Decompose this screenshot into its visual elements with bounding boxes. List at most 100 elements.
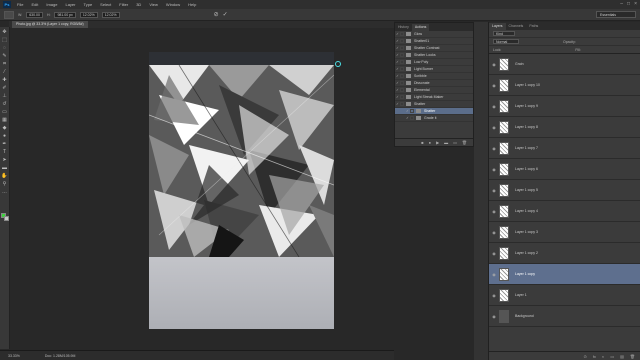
action-item[interactable]: ✓ Shatter01 (395, 38, 473, 45)
play-icon[interactable]: ▶ (436, 140, 439, 145)
workspace-switcher[interactable]: Essentials (596, 11, 636, 18)
menu-item-layer[interactable]: Layer (65, 2, 75, 7)
delete-layer-icon[interactable]: 🗑 (630, 354, 635, 359)
layer-kind-filter[interactable]: Kind (493, 31, 515, 36)
menu-item-view[interactable]: View (149, 2, 158, 7)
minimize-icon[interactable]: – (620, 1, 623, 7)
tab-channels[interactable]: Channels (506, 23, 527, 30)
trash-icon[interactable]: 🗑 (462, 140, 467, 145)
pen-tool-icon[interactable]: ✒ (1, 141, 8, 147)
dialog-toggle-icon[interactable] (400, 74, 404, 78)
shape-tool-icon[interactable]: ▬ (1, 165, 8, 171)
blur-tool-icon[interactable]: ◆ (1, 125, 8, 131)
fx-icon[interactable]: fx (593, 354, 596, 359)
layer-row[interactable]: ◉ Layer 1 copy 10 (489, 75, 640, 96)
visibility-eye-icon[interactable]: ◉ (489, 188, 499, 193)
width-field[interactable]: 630.00 (26, 11, 43, 18)
hand-tool-icon[interactable]: ✋ (1, 173, 8, 179)
zoom-level[interactable]: 33.33% (8, 354, 20, 358)
layer-row[interactable]: ◉ Layer 1 copy 7 (489, 138, 640, 159)
action-item[interactable]: ✓ Scribble (395, 73, 473, 80)
dialog-toggle-icon[interactable] (400, 88, 404, 92)
menu-item-3d[interactable]: 3D (136, 2, 141, 7)
more-tools-icon[interactable]: … (1, 189, 8, 195)
layer-row[interactable]: ◉ Layer 1 copy 4 (489, 201, 640, 222)
action-item[interactable]: ✓ Light Streak Maker (395, 94, 473, 101)
mask-icon[interactable]: ▭ (610, 354, 614, 359)
cancel-transform-icon[interactable]: ⊘ (214, 11, 219, 18)
visibility-eye-icon[interactable]: ◉ (489, 251, 499, 256)
blend-mode-select[interactable]: Normal (493, 39, 519, 44)
eraser-tool-icon[interactable]: ▭ (1, 109, 8, 115)
tool-preset-picker[interactable] (4, 10, 14, 19)
stamp-tool-icon[interactable]: ⊥ (1, 93, 8, 99)
new-layer-icon[interactable]: ▤ (620, 354, 624, 359)
layer-row[interactable]: ◉ Layer 1 (489, 285, 640, 306)
menu-item-window[interactable]: Window (166, 2, 180, 7)
action-item[interactable]: ✓ Shatter Contrast (395, 45, 473, 52)
visibility-eye-icon[interactable]: ◉ (489, 314, 499, 319)
zoom-tool-icon[interactable]: ⚲ (1, 181, 8, 187)
new-action-icon[interactable]: ▭ (453, 140, 457, 145)
dialog-toggle-icon[interactable] (400, 81, 404, 85)
visibility-eye-icon[interactable]: ◉ (489, 83, 499, 88)
layer-row[interactable]: ◉ Layer 1 copy 6 (489, 159, 640, 180)
dialog-toggle-icon[interactable] (400, 67, 404, 71)
y-scale-field[interactable]: 12.02% (101, 11, 120, 18)
record-icon[interactable]: ● (429, 140, 431, 145)
healing-tool-icon[interactable]: ✚ (1, 77, 8, 83)
commit-transform-icon[interactable]: ✓ (223, 11, 228, 18)
tab-actions[interactable]: Actions (411, 24, 430, 31)
action-item[interactable]: ✓ Dissonate (395, 80, 473, 87)
dialog-toggle-icon[interactable] (400, 53, 404, 57)
visibility-eye-icon[interactable]: ◉ (489, 104, 499, 109)
dialog-toggle-icon[interactable] (400, 46, 404, 50)
action-item[interactable]: ✓ Shatter Looks (395, 52, 473, 59)
dialog-toggle-icon[interactable] (400, 32, 404, 36)
layer-row[interactable]: ◉ Layer 1 copy 9 (489, 96, 640, 117)
action-item[interactable]: ✓ Shatter (395, 108, 473, 115)
brush-tool-icon[interactable]: ✐ (1, 85, 8, 91)
menu-item-filter[interactable]: Filter (119, 2, 128, 7)
dodge-tool-icon[interactable]: ● (1, 133, 8, 139)
type-tool-icon[interactable]: T (1, 149, 8, 155)
dialog-toggle-icon[interactable] (400, 102, 404, 106)
visibility-eye-icon[interactable]: ◉ (489, 62, 499, 67)
visibility-eye-icon[interactable]: ◉ (489, 230, 499, 235)
new-set-icon[interactable]: ▬ (444, 140, 448, 145)
x-scale-field[interactable]: 12.02% (79, 11, 98, 18)
marquee-tool-icon[interactable]: ⬚ (1, 37, 8, 43)
dialog-toggle-icon[interactable] (410, 109, 414, 113)
visibility-eye-icon[interactable]: ◉ (489, 125, 499, 130)
menu-item-type[interactable]: Type (84, 2, 93, 7)
layer-row[interactable]: ◉ Background (489, 306, 640, 327)
path-select-tool-icon[interactable]: ➤ (1, 157, 8, 163)
maximize-icon[interactable]: □ (627, 1, 630, 7)
gradient-tool-icon[interactable]: ▦ (1, 117, 8, 123)
layer-row[interactable]: ◉ Layer 1 copy (489, 264, 640, 285)
document-canvas[interactable] (149, 52, 334, 329)
dialog-toggle-icon[interactable] (410, 116, 414, 120)
adjustment-layer-icon[interactable]: ◐ (602, 354, 604, 359)
dialog-toggle-icon[interactable] (400, 39, 404, 43)
tab-layers[interactable]: Layers (489, 23, 506, 30)
action-item[interactable]: ✓ Shatter (395, 101, 473, 108)
layer-row[interactable]: ◉ Grain (489, 54, 640, 75)
visibility-eye-icon[interactable]: ◉ (489, 167, 499, 172)
height-field[interactable]: 981.00 px (54, 11, 76, 18)
dialog-toggle-icon[interactable] (400, 95, 404, 99)
background-color-swatch[interactable] (4, 216, 9, 221)
tab-history[interactable]: History (395, 24, 412, 31)
menu-item-edit[interactable]: Edit (31, 2, 38, 7)
document-info[interactable]: Doc: 1.28M/105.9M (45, 354, 76, 358)
layer-row[interactable]: ◉ Layer 1 copy 2 (489, 243, 640, 264)
layer-row[interactable]: ◉ Layer 1 copy 8 (489, 117, 640, 138)
history-brush-tool-icon[interactable]: ↺ (1, 101, 8, 107)
menu-item-file[interactable]: File (17, 2, 23, 7)
close-icon[interactable]: × (634, 1, 637, 7)
action-item[interactable]: ✓ Glow (395, 31, 473, 38)
tab-paths[interactable]: Paths (526, 23, 541, 30)
move-tool-icon[interactable]: ✥ (1, 29, 8, 35)
visibility-eye-icon[interactable]: ◉ (489, 146, 499, 151)
dialog-toggle-icon[interactable] (400, 60, 404, 64)
